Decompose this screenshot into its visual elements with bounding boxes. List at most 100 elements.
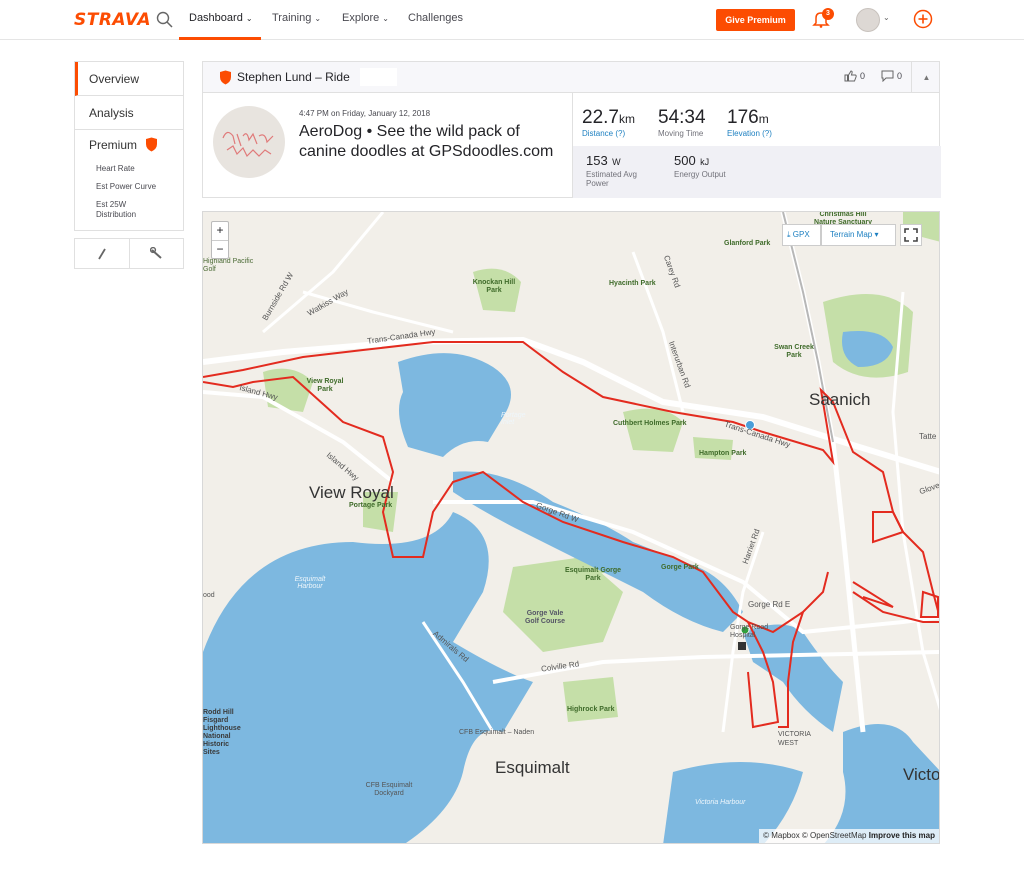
export-gpx-button[interactable]: ⤓ GPX bbox=[782, 224, 821, 246]
map-label-gorge-park: Gorge Park bbox=[661, 564, 699, 571]
stat-energy: 500 kJ Energy Output bbox=[674, 152, 726, 179]
athlete-activity-title[interactable]: Stephen Lund – Ride bbox=[237, 70, 350, 84]
chevron-down-icon: ⌄ bbox=[314, 14, 322, 23]
map-label-tatte: Tatte bbox=[919, 432, 937, 441]
power-unit: W bbox=[612, 157, 621, 167]
zoom-out-button[interactable]: − bbox=[212, 240, 228, 258]
map-label-cuthbert: Cuthbert Holmes Park bbox=[613, 420, 687, 427]
map-label-knockan: Knockan Hill Park bbox=[472, 279, 516, 294]
sidebar-item-overview[interactable]: Overview bbox=[75, 62, 183, 96]
map-label-gorge-vale: Gorge Vale Golf Course bbox=[524, 610, 566, 625]
activity-stats: 22.7km Distance (?) 54:34 Moving Time 17… bbox=[572, 93, 941, 198]
distance-label[interactable]: Distance (?) bbox=[582, 129, 635, 138]
map-label-saanich: Saanich bbox=[809, 390, 871, 409]
premium-shield-icon bbox=[146, 137, 157, 152]
map-label-gorge-rd-e: Gorge Rd E bbox=[748, 600, 791, 609]
nav-explore-label: Explore bbox=[342, 12, 380, 24]
map-label-wood: ood bbox=[203, 592, 215, 599]
map-label-highrock: Highrock Park bbox=[567, 706, 615, 713]
sidebar-premium-section: Premium Heart Rate Est Power Curve Est 2… bbox=[75, 130, 183, 230]
stat-distance: 22.7km Distance (?) bbox=[582, 107, 635, 138]
power-label: Estimated Avg Power bbox=[586, 170, 637, 188]
wrench-icon bbox=[149, 247, 162, 259]
map-type-dropdown[interactable]: Terrain Map ▾ bbox=[821, 224, 896, 246]
map-label-esquimalt-gorge-park: Esquimalt Gorge Park bbox=[564, 567, 621, 582]
energy-value: 500 bbox=[674, 153, 696, 168]
map-label-glanford: Glanford Park bbox=[724, 240, 771, 247]
map-label-portage-inlet: Portage Inlet bbox=[501, 412, 526, 426]
comment-icon bbox=[881, 70, 894, 82]
route-map[interactable]: Saanich View Royal Esquimalt Victo VICTO… bbox=[202, 211, 940, 844]
map-label-gorge-road-hospital: Gorge Road Hospital bbox=[730, 624, 769, 639]
sidebar-item-heart-rate[interactable]: Heart Rate bbox=[96, 164, 135, 174]
elevation-value: 176 bbox=[727, 107, 759, 128]
thumbs-up-icon bbox=[844, 70, 857, 82]
map-label-hampton: Hampton Park bbox=[699, 450, 747, 457]
top-navigation: STRAVA Dashboard ⌄ Training ⌄ Explore ⌄ Cha… bbox=[0, 0, 1024, 40]
edit-activity-button[interactable] bbox=[75, 239, 129, 268]
map-type-label: Terrain Map bbox=[830, 230, 873, 239]
expand-icon bbox=[904, 228, 918, 242]
chevron-down-icon[interactable]: ⌄ bbox=[883, 13, 890, 22]
map-label-fisgard: Rodd Hill Fisgard Lighthouse National Hi… bbox=[203, 709, 241, 756]
search-icon[interactable] bbox=[156, 11, 173, 28]
map-label-view-royal-park: View Royal Park bbox=[306, 378, 344, 393]
activity-side-menu: Overview Analysis Premium Heart Rate Est… bbox=[74, 61, 184, 231]
stat-power: 153 W Estimated Avg Power bbox=[586, 152, 661, 188]
collapse-caret-icon[interactable]: ▲ bbox=[911, 62, 941, 93]
stat-moving-time: 54:34 Moving Time bbox=[658, 107, 706, 138]
nav-dashboard[interactable]: Dashboard ⌄ bbox=[189, 12, 253, 24]
elevation-unit: m bbox=[758, 112, 769, 126]
activity-tools bbox=[74, 238, 184, 269]
distance-unit: km bbox=[618, 112, 635, 126]
map-label-hyacinth: Hyacinth Park bbox=[609, 280, 656, 287]
map-label-swan-creek: Swan Creek Park bbox=[774, 344, 814, 359]
zoom-in-button[interactable]: + bbox=[212, 222, 228, 240]
route-thumbnail-drawing bbox=[222, 131, 274, 158]
activity-summary-card: Stephen Lund – Ride 0 0 ▲ 4:47 PM on Fri… bbox=[202, 61, 941, 198]
activity-route-thumbnail[interactable] bbox=[213, 106, 285, 178]
activity-date: 4:47 PM on Friday, January 12, 2018 bbox=[299, 109, 431, 118]
sidebar-item-power-curve[interactable]: Est Power Curve bbox=[96, 182, 156, 192]
sidebar-item-analysis[interactable]: Analysis bbox=[75, 96, 183, 130]
attribution-text[interactable]: © Mapbox © OpenStreetMap bbox=[763, 831, 866, 840]
map-label-highland-golf: Highland Pacific Golf bbox=[203, 258, 254, 273]
power-value: 153 bbox=[586, 153, 608, 168]
sidebar-item-power-distribution[interactable]: Est 25W Distribution bbox=[96, 200, 166, 220]
map-label-portage-park: Portage Park bbox=[349, 502, 393, 509]
map-label-cfb-dockyard: CFB Esquimalt Dockyard bbox=[365, 782, 413, 797]
stats-secondary-row: 153 W Estimated Avg Power 500 kJ Energy … bbox=[573, 146, 941, 198]
energy-label: Energy Output bbox=[674, 170, 726, 179]
map-label-victoria-west: VICTORIA WEST bbox=[778, 731, 811, 747]
redacted-name-box bbox=[360, 68, 397, 86]
kudos-count: 0 bbox=[860, 71, 866, 81]
map-label-esquimalt: Esquimalt bbox=[495, 758, 570, 777]
give-premium-button[interactable]: Give Premium bbox=[716, 9, 795, 31]
caret-down-icon: ▾ bbox=[874, 230, 879, 239]
activity-actions-button[interactable] bbox=[128, 239, 184, 268]
strava-logo[interactable]: STRAVA bbox=[74, 10, 151, 30]
map-zoom-controls: + − bbox=[211, 221, 229, 259]
comment-count: 0 bbox=[897, 71, 903, 81]
improve-map-link[interactable]: Improve this map bbox=[869, 831, 935, 840]
nav-challenges[interactable]: Challenges bbox=[408, 12, 463, 24]
nav-explore[interactable]: Explore ⌄ bbox=[342, 12, 389, 24]
premium-shield-icon bbox=[220, 70, 231, 85]
kudos-button[interactable]: 0 bbox=[844, 70, 865, 82]
nav-training-label: Training bbox=[272, 12, 312, 24]
chevron-down-icon: ⌄ bbox=[382, 14, 389, 23]
fullscreen-button[interactable] bbox=[900, 224, 922, 246]
gpx-label: GPX bbox=[792, 230, 810, 239]
add-upload-icon[interactable] bbox=[913, 9, 933, 29]
map-attribution: © Mapbox © OpenStreetMap Improve this ma… bbox=[759, 829, 939, 843]
user-avatar[interactable] bbox=[856, 8, 880, 32]
nav-training[interactable]: Training ⌄ bbox=[272, 12, 321, 24]
sidebar-item-premium[interactable]: Premium bbox=[89, 138, 137, 152]
active-nav-underline bbox=[179, 37, 261, 40]
moving-time-value: 54:34 bbox=[658, 107, 706, 128]
elevation-label[interactable]: Elevation (?) bbox=[727, 129, 772, 138]
comments-button[interactable]: 0 bbox=[881, 70, 902, 82]
energy-unit: kJ bbox=[700, 157, 710, 167]
pencil-icon bbox=[97, 248, 106, 259]
map-label-victoria-harbour: Victoria Harbour bbox=[695, 799, 746, 806]
